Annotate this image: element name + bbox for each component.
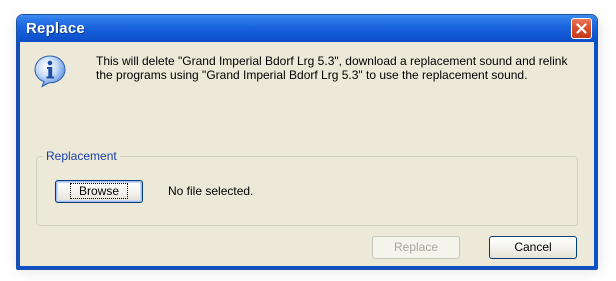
replacement-groupbox: Replacement Browse No file selected. <box>36 149 578 226</box>
replace-dialog: Replace This will delete "Grand Imperial… <box>16 14 598 270</box>
dialog-body: This will delete "Grand Imperial Bdorf L… <box>20 42 594 266</box>
screen: Replace This will delete "Grand Imperial… <box>0 0 616 281</box>
cancel-button[interactable]: Cancel <box>489 236 577 259</box>
browse-button[interactable]: Browse <box>55 180 143 203</box>
replacement-group-legend: Replacement <box>43 149 120 163</box>
info-icon <box>34 55 66 88</box>
frame-bottom <box>17 266 597 269</box>
title-bar[interactable]: Replace <box>17 15 597 42</box>
browse-button-label: Browse <box>69 183 128 199</box>
close-button[interactable] <box>571 18 592 39</box>
window-title: Replace <box>26 20 85 37</box>
frame-right <box>594 42 597 269</box>
file-status-text: No file selected. <box>168 184 254 198</box>
close-icon <box>576 23 587 34</box>
message-text: This will delete "Grand Imperial Bdorf L… <box>96 54 568 82</box>
replace-button[interactable]: Replace <box>372 236 460 259</box>
